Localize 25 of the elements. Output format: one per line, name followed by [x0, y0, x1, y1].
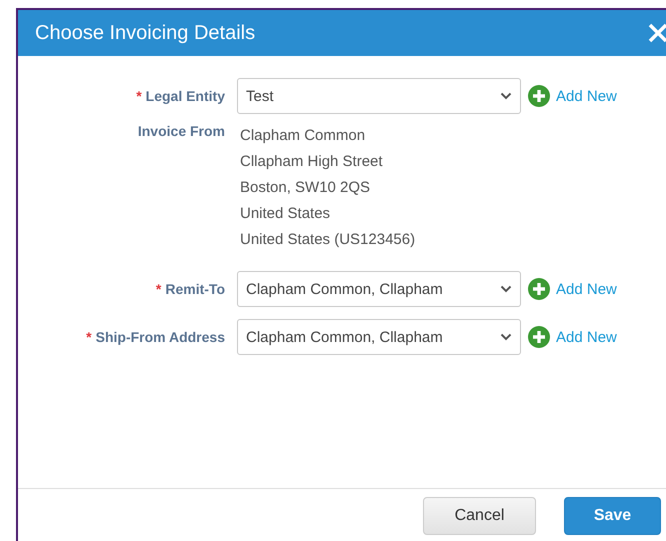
chevron-down-icon [500, 92, 512, 100]
field-label: Remit-To [165, 281, 225, 297]
chevron-down-icon [500, 285, 512, 293]
save-button[interactable]: Save [564, 497, 661, 535]
add-icon[interactable] [528, 326, 550, 348]
address-line: United States [240, 204, 332, 224]
address-line: Boston, SW10 2QS [240, 178, 372, 198]
field-label: Ship-From Address [96, 329, 225, 345]
chevron-down-icon [500, 333, 512, 341]
address-line: Clapham Common [240, 126, 366, 146]
required-asterisk: * [86, 329, 92, 345]
address-line: United States (US123456) [240, 230, 416, 250]
address-line: Cllapham High Street [240, 152, 384, 172]
field-label: Invoice From [138, 123, 225, 139]
add-icon[interactable] [528, 85, 550, 107]
select-field[interactable]: Clapham Common, Cllapham [237, 271, 521, 307]
required-asterisk: * [156, 281, 162, 297]
add-icon[interactable] [528, 278, 550, 300]
dialog-title: Choose Invoicing Details [35, 22, 256, 44]
required-asterisk: * [136, 88, 142, 104]
field-label: Legal Entity [146, 88, 225, 104]
close-icon[interactable] [648, 23, 666, 43]
cancel-button[interactable]: Cancel [423, 497, 536, 535]
select-field[interactable]: Clapham Common, Cllapham [237, 319, 521, 355]
select-field[interactable]: Test [237, 78, 521, 114]
